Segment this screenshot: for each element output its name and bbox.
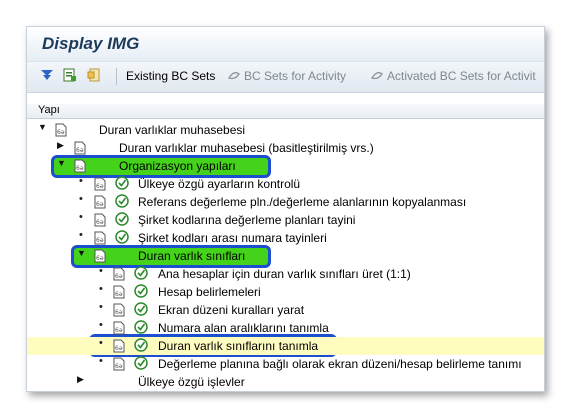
tree-node[interactable]: ▶ Ülkeye özgü işlevler: [27, 373, 544, 391]
find-icon[interactable]: [63, 68, 77, 82]
tree-activity[interactable]: • 6ə Ana hesaplar için duran varlık sını…: [27, 265, 544, 283]
svg-text:6ə: 6ə: [96, 237, 104, 244]
document-icon: 6ə: [55, 123, 67, 137]
toolbar-separator: [116, 68, 117, 85]
expand-arrow-icon[interactable]: ▶: [57, 140, 64, 151]
tree-label: Duran varlık sınıfları: [138, 249, 246, 263]
tree-label: Ekran düzeni kuralları yarat: [158, 303, 305, 317]
column-header-label: Yapı: [38, 104, 60, 116]
tree-activity[interactable]: • 6ə Ekran düzeni kuralları yarat: [27, 301, 544, 319]
execute-activity-icon[interactable]: [115, 230, 129, 244]
activated-bc-sets-icon: [371, 72, 383, 80]
tree-node[interactable]: ▶ 6ə Duran varlıklar muhasebesi (basitle…: [27, 139, 544, 157]
tree-activity[interactable]: • 6ə Şirket kodlarına değerleme planları…: [27, 211, 544, 229]
svg-text:6ə: 6ə: [76, 147, 84, 154]
document-icon: 6ə: [113, 339, 125, 353]
document-icon: 6ə: [94, 213, 106, 227]
execute-activity-icon[interactable]: [134, 320, 148, 334]
activated-bc-sets-button[interactable]: Activated BC Sets for Activit: [387, 69, 536, 83]
window-title: Display IMG: [42, 34, 140, 53]
collapse-arrow-icon[interactable]: ▼: [77, 248, 86, 258]
tree-activity[interactable]: • 6ə Şirket kodları arası numara tayinle…: [27, 229, 544, 247]
document-icon: 6ə: [94, 249, 106, 263]
svg-text:6ə: 6ə: [96, 219, 104, 226]
tree-activity[interactable]: • 6ə Hesap belirlemeleri: [27, 283, 544, 301]
document-icon: 6ə: [113, 357, 125, 371]
svg-text:6ə: 6ə: [115, 327, 123, 334]
toolbar: Existing BC Sets BC Sets for Activity Ac…: [27, 61, 544, 93]
title-bar: Display IMG: [27, 27, 544, 61]
document-icon: 6ə: [94, 177, 106, 191]
tree-activity-selected[interactable]: • 6ə Duran varlık sınıflarını tanımla: [27, 337, 544, 355]
svg-text:6ə: 6ə: [115, 363, 123, 370]
svg-text:6ə: 6ə: [96, 201, 104, 208]
document-icon: 6ə: [113, 267, 125, 281]
document-icon: 6ə: [113, 285, 125, 299]
tree-label: Değerleme planına bağlı olarak ekran düz…: [158, 357, 522, 371]
document-icon: 6ə: [74, 141, 86, 155]
tree-activity[interactable]: • 6ə Numara alan aralıklarını tanımla: [27, 319, 544, 337]
execute-activity-icon[interactable]: [134, 284, 148, 298]
expand-arrow-icon[interactable]: ▶: [77, 374, 84, 385]
column-header: Yapı: [27, 104, 544, 119]
svg-text:6ə: 6ə: [96, 255, 104, 262]
existing-bc-sets-button[interactable]: Existing BC Sets: [126, 69, 215, 83]
execute-activity-icon[interactable]: [134, 356, 148, 370]
tree-label: Duran varlıklar muhasebesi: [99, 123, 246, 137]
svg-text:6ə: 6ə: [115, 345, 123, 352]
tree-node-org[interactable]: ▼ 6ə Organizasyon yapıları: [27, 157, 544, 175]
tree-label: Numara alan aralıklarını tanımla: [158, 321, 329, 335]
document-icon: 6ə: [113, 321, 125, 335]
bc-sets-activity-icon: [228, 72, 240, 80]
execute-activity-icon[interactable]: [115, 212, 129, 226]
execute-activity-icon[interactable]: [134, 338, 148, 352]
execute-activity-icon[interactable]: [115, 194, 129, 208]
tree-label: Duran varlıklar muhasebesi (basitleştiri…: [119, 141, 374, 155]
svg-text:6ə: 6ə: [76, 165, 84, 172]
document-icon: 6ə: [74, 159, 86, 173]
execute-activity-icon[interactable]: [134, 266, 148, 280]
notes-icon[interactable]: [87, 68, 101, 82]
execute-activity-icon[interactable]: [115, 176, 129, 190]
tree-label: Duran varlık sınıflarını tanımla: [158, 339, 319, 353]
document-icon: 6ə: [94, 195, 106, 209]
svg-text:6ə: 6ə: [57, 129, 65, 136]
tree-label: Organizasyon yapıları: [119, 159, 236, 173]
execute-activity-icon[interactable]: [134, 302, 148, 316]
svg-text:6ə: 6ə: [115, 309, 123, 316]
tree-label: Ülkeye özgü ayarların kontrolü: [138, 177, 301, 191]
svg-text:6ə: 6ə: [115, 291, 123, 298]
tree-label: Hesap belirlemeleri: [158, 285, 261, 299]
img-window: Display IMG Existing BC Sets BC Sets for…: [26, 26, 545, 392]
tree-label: Ana hesaplar için duran varlık sınıfları…: [158, 267, 411, 281]
tree-label: Ülkeye özgü işlevler: [138, 375, 245, 389]
tree-node-root[interactable]: ▼ 6ə Duran varlıklar muhasebesi: [27, 121, 544, 139]
tree-label: Şirket kodlarına değerleme planları tayi…: [138, 213, 356, 227]
tree-node-classes[interactable]: ▼ 6ə Duran varlık sınıfları: [27, 247, 544, 265]
tree-label: Şirket kodları arası numara tayinleri: [138, 231, 327, 245]
expand-all-icon[interactable]: [40, 68, 54, 82]
tree-activity[interactable]: • 6ə Ülkeye özgü ayarların kontrolü: [27, 175, 544, 193]
svg-text:6ə: 6ə: [115, 273, 123, 280]
tree-label: Referans değerleme pln./değerleme alanla…: [138, 195, 467, 209]
bc-sets-for-activity-button[interactable]: BC Sets for Activity: [244, 69, 346, 83]
collapse-arrow-icon[interactable]: ▼: [38, 122, 47, 132]
svg-text:6ə: 6ə: [96, 183, 104, 190]
collapse-arrow-icon[interactable]: ▼: [57, 158, 66, 168]
tree-activity[interactable]: • 6ə Referans değerleme pln./değerleme a…: [27, 193, 544, 211]
document-icon: 6ə: [113, 303, 125, 317]
document-icon: 6ə: [94, 231, 106, 245]
tree-activity[interactable]: • 6ə Değerleme planına bağlı olarak ekra…: [27, 355, 544, 373]
